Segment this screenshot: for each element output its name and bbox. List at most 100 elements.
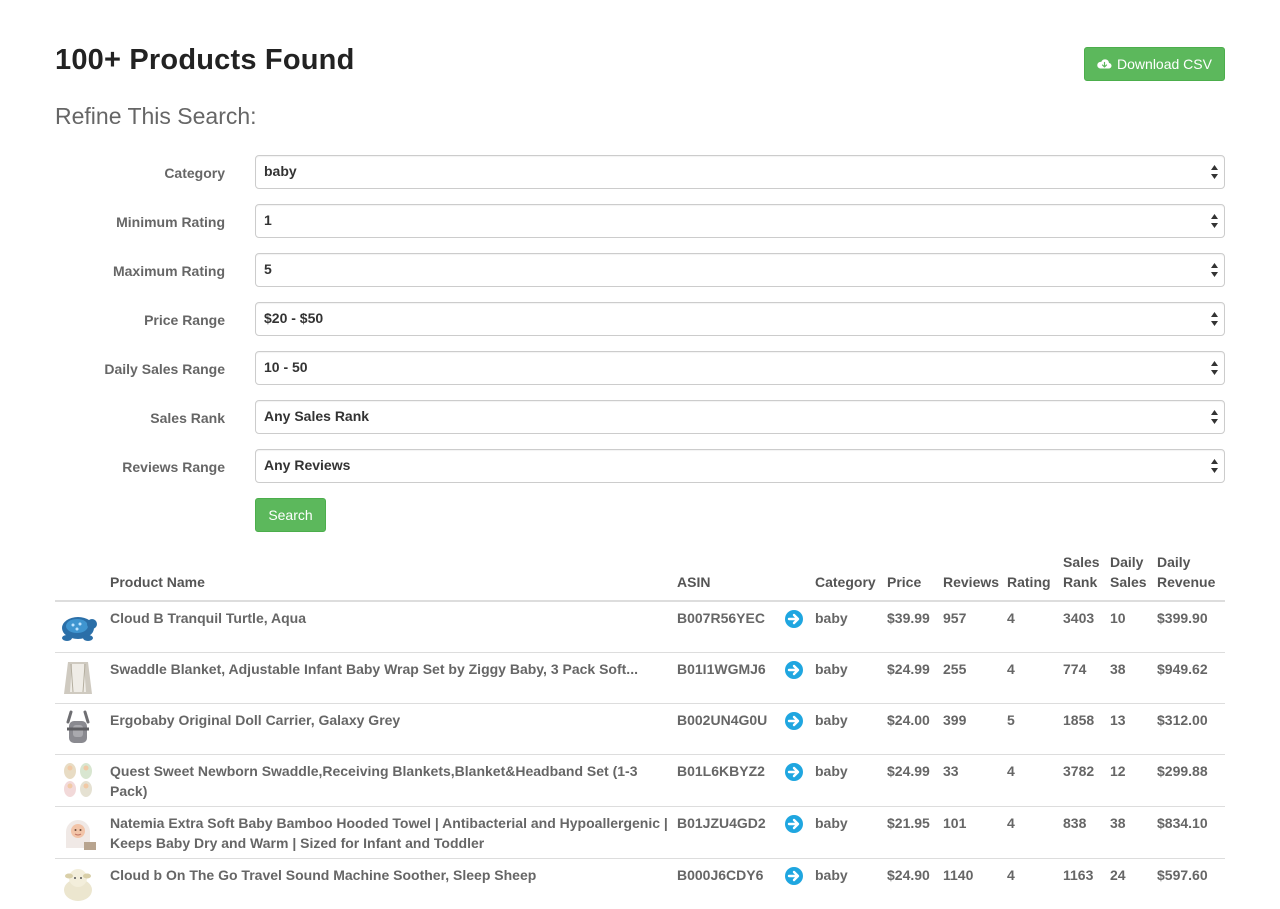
swaddle-set-thumbnail[interactable] xyxy=(58,760,98,800)
daily-sales-cell: 13 xyxy=(1110,704,1157,755)
daily-sales-range-label: Daily Sales Range xyxy=(55,361,225,377)
minimum-rating-label: Minimum Rating xyxy=(55,214,225,230)
asin-header[interactable]: ASIN xyxy=(677,548,785,601)
product-name-cell[interactable]: Ergobaby Original Doll Carrier, Galaxy G… xyxy=(110,704,677,755)
table-header-row: Product Name ASIN Category Price Reviews… xyxy=(55,548,1225,601)
sales-rank-row: Sales Rank Any Sales Rank xyxy=(55,400,1225,434)
daily-revenue-header-line2: Revenue xyxy=(1157,574,1215,590)
product-name-cell[interactable]: Natemia Extra Soft Baby Bamboo Hooded To… xyxy=(110,807,677,859)
select-arrows-icon xyxy=(1211,263,1218,277)
product-thumbnail-cell xyxy=(55,653,110,704)
sales-rank-cell: 1163 xyxy=(1063,859,1110,909)
sleep-sheep-thumbnail[interactable] xyxy=(58,864,98,904)
maximum-rating-select-value: 5 xyxy=(264,261,272,277)
price-cell: $24.00 xyxy=(887,704,943,755)
table-row: Swaddle Blanket, Adjustable Infant Baby … xyxy=(55,653,1225,704)
hooded-towel-thumbnail[interactable] xyxy=(58,812,98,852)
maximum-rating-label: Maximum Rating xyxy=(55,263,225,279)
products-table: Product Name ASIN Category Price Reviews… xyxy=(55,548,1225,909)
daily-sales-cell: 24 xyxy=(1110,859,1157,909)
daily-sales-header[interactable]: DailySales xyxy=(1110,548,1157,601)
rating-cell: 4 xyxy=(1007,807,1063,859)
category-cell: baby xyxy=(815,755,887,807)
download-csv-label: Download CSV xyxy=(1117,56,1212,72)
link-cell xyxy=(785,704,815,755)
daily-sales-cell: 38 xyxy=(1110,653,1157,704)
doll-carrier-thumbnail[interactable] xyxy=(58,709,98,749)
product-thumbnail-cell xyxy=(55,859,110,909)
rating-cell: 4 xyxy=(1007,601,1063,653)
daily-sales-header-line1: Daily xyxy=(1110,554,1143,570)
daily-sales-range-select[interactable]: 10 - 50 xyxy=(255,351,1225,385)
minimum-rating-select[interactable]: 1 xyxy=(255,204,1225,238)
sales-rank-header-line1: Sales xyxy=(1063,554,1100,570)
asin-cell: B000J6CDY6 xyxy=(677,859,785,909)
rating-cell: 4 xyxy=(1007,859,1063,909)
category-cell: baby xyxy=(815,807,887,859)
arrow-circle-right-icon[interactable] xyxy=(785,763,803,781)
sales-rank-header[interactable]: Sales Rank xyxy=(1063,548,1110,601)
minimum-rating-row: Minimum Rating 1 xyxy=(55,204,1225,238)
product-thumbnail-cell xyxy=(55,601,110,653)
sales-rank-header-line2: Rank xyxy=(1063,574,1097,590)
product-name-cell[interactable]: Cloud b On The Go Travel Sound Machine S… xyxy=(110,859,677,909)
daily-revenue-cell: $312.00 xyxy=(1157,704,1225,755)
category-cell: baby xyxy=(815,859,887,909)
daily-sales-range-row: Daily Sales Range 10 - 50 xyxy=(55,351,1225,385)
swaddle-blanket-thumbnail[interactable] xyxy=(58,658,98,698)
reviews-range-label: Reviews Range xyxy=(55,459,225,475)
arrow-circle-right-icon[interactable] xyxy=(785,610,803,628)
daily-revenue-cell: $597.60 xyxy=(1157,859,1225,909)
product-thumbnail-cell xyxy=(55,704,110,755)
category-header[interactable]: Category xyxy=(815,548,887,601)
download-csv-button[interactable]: Download CSV xyxy=(1084,47,1225,81)
product-name-cell[interactable]: Cloud B Tranquil Turtle, Aqua xyxy=(110,601,677,653)
arrow-circle-right-icon[interactable] xyxy=(785,661,803,679)
product-name-cell[interactable]: Swaddle Blanket, Adjustable Infant Baby … xyxy=(110,653,677,704)
table-row: Ergobaby Original Doll Carrier, Galaxy G… xyxy=(55,704,1225,755)
product-name-cell[interactable]: Quest Sweet Newborn Swaddle,Receiving Bl… xyxy=(110,755,677,807)
arrow-circle-right-icon[interactable] xyxy=(785,712,803,730)
select-arrows-icon xyxy=(1211,214,1218,228)
reviews-cell: 957 xyxy=(943,601,1007,653)
search-button[interactable]: Search xyxy=(255,498,326,532)
daily-revenue-header-line1: Daily xyxy=(1157,554,1190,570)
arrow-circle-right-icon[interactable] xyxy=(785,867,803,885)
sales-rank-select[interactable]: Any Sales Rank xyxy=(255,400,1225,434)
daily-sales-cell: 38 xyxy=(1110,807,1157,859)
daily-revenue-header[interactable]: Daily Revenue xyxy=(1157,548,1225,601)
sales-rank-cell: 3403 xyxy=(1063,601,1110,653)
product-thumbnail-cell xyxy=(55,755,110,807)
category-cell: baby xyxy=(815,601,887,653)
select-arrows-icon xyxy=(1211,410,1218,424)
reviews-range-row: Reviews Range Any Reviews xyxy=(55,449,1225,483)
reviews-cell: 33 xyxy=(943,755,1007,807)
link-cell xyxy=(785,807,815,859)
daily-sales-range-select-value: 10 - 50 xyxy=(264,359,308,375)
daily-revenue-cell: $834.10 xyxy=(1157,807,1225,859)
price-header[interactable]: Price xyxy=(887,548,943,601)
category-cell: baby xyxy=(815,653,887,704)
price-range-select[interactable]: $20 - $50 xyxy=(255,302,1225,336)
link-cell xyxy=(785,601,815,653)
page-title: 100+ Products Found xyxy=(55,44,355,77)
turtle-toy-thumbnail[interactable] xyxy=(58,607,98,647)
reviews-range-select[interactable]: Any Reviews xyxy=(255,449,1225,483)
reviews-cell: 101 xyxy=(943,807,1007,859)
price-cell: $39.99 xyxy=(887,601,943,653)
reviews-header[interactable]: Reviews xyxy=(943,548,1007,601)
sales-rank-select-value: Any Sales Rank xyxy=(264,408,369,424)
category-select-value: baby xyxy=(264,163,297,179)
daily-sales-cell: 10 xyxy=(1110,601,1157,653)
arrow-circle-right-icon[interactable] xyxy=(785,815,803,833)
product-name-header[interactable]: Product Name xyxy=(110,548,677,601)
sales-rank-label: Sales Rank xyxy=(55,410,225,426)
category-select[interactable]: baby xyxy=(255,155,1225,189)
table-row: Quest Sweet Newborn Swaddle,Receiving Bl… xyxy=(55,755,1225,807)
asin-cell: B01L6KBYZ2 xyxy=(677,755,785,807)
reviews-range-select-value: Any Reviews xyxy=(264,457,350,473)
rating-header[interactable]: Rating xyxy=(1007,548,1063,601)
daily-revenue-cell: $399.90 xyxy=(1157,601,1225,653)
maximum-rating-select[interactable]: 5 xyxy=(255,253,1225,287)
category-cell: baby xyxy=(815,704,887,755)
